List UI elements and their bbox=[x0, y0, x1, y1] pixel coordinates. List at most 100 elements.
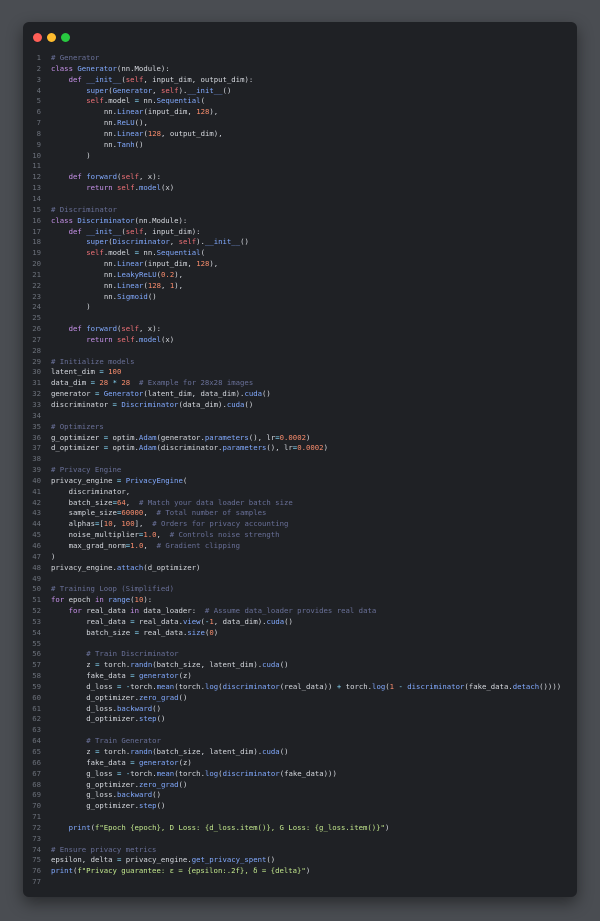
line-number: 23 bbox=[32, 291, 41, 301]
line-number: 64 bbox=[32, 736, 41, 746]
line-number: 70 bbox=[32, 801, 41, 811]
line-number: 1 bbox=[36, 53, 41, 62]
code-line: 28 bbox=[23, 346, 577, 357]
code-line: 30 latent_dim = 100 bbox=[23, 367, 577, 378]
code-line: 67 g_loss = -torch.mean(torch.log(discri… bbox=[23, 769, 577, 780]
code-line: 45 noise_multiplier=1.0, # Controls nois… bbox=[23, 530, 577, 541]
line-text: # Optimizers bbox=[51, 421, 104, 431]
line-number: 73 bbox=[32, 833, 41, 843]
line-text: print(f"Epoch {epoch}, D Loss: {d_loss.i… bbox=[68, 822, 390, 832]
line-text: super(Discriminator, self).__init__() bbox=[86, 237, 249, 247]
code-line: 34 bbox=[23, 411, 577, 422]
code-line: 49 bbox=[23, 574, 577, 585]
line-number: 24 bbox=[32, 302, 41, 312]
code-line: 66 fake_data = generator(z) bbox=[23, 758, 577, 769]
line-text: for epoch in range(10): bbox=[51, 595, 153, 605]
line-number: 65 bbox=[32, 747, 41, 756]
line-number: 63 bbox=[32, 725, 41, 735]
code-line: 19 self.model = nn.Sequential( bbox=[23, 248, 577, 259]
line-number: 53 bbox=[32, 616, 41, 626]
line-number: 74 bbox=[32, 844, 41, 854]
line-text: privacy_engine.attach(d_optimizer) bbox=[51, 562, 201, 572]
line-text: def __init__(self, input_dim): bbox=[68, 226, 201, 236]
line-number: 22 bbox=[32, 280, 41, 290]
line-number: 46 bbox=[32, 540, 41, 550]
maximize-window-button[interactable] bbox=[61, 33, 70, 42]
code-line: 61 d_loss.backward() bbox=[23, 704, 577, 715]
line-number: 34 bbox=[32, 410, 41, 420]
code-line: 73 bbox=[23, 834, 577, 845]
code-line: 26 def forward(self, x): bbox=[23, 324, 577, 335]
line-text: fake_data = generator(z) bbox=[86, 671, 192, 681]
code-line: 69 g_loss.backward() bbox=[23, 790, 577, 801]
line-number: 66 bbox=[32, 757, 41, 767]
code-line: 20 nn.Linear(input_dim, 128), bbox=[23, 259, 577, 270]
line-text: ) bbox=[86, 150, 91, 160]
code-line: 52 for real_data in data_loader: # Assum… bbox=[23, 606, 577, 617]
line-number: 57 bbox=[32, 660, 41, 670]
code-line: 54 batch_size = real_data.size(0) bbox=[23, 628, 577, 639]
code-line: 63 bbox=[23, 725, 577, 736]
line-text: self.model = nn.Sequential( bbox=[86, 248, 205, 258]
line-text: d_optimizer.zero_grad() bbox=[86, 692, 188, 702]
line-text: nn.Linear(128, output_dim), bbox=[103, 128, 223, 138]
close-window-button[interactable] bbox=[33, 33, 42, 42]
code-line: 58 fake_data = generator(z) bbox=[23, 671, 577, 682]
line-text: data_dim = 28 * 28 # Example for 28x28 i… bbox=[51, 378, 254, 388]
line-text: # Generator bbox=[51, 53, 100, 62]
code-block: 1 # Generator 2 class Generator(nn.Module):… bbox=[23, 53, 577, 888]
line-number: 33 bbox=[32, 400, 41, 409]
code-line: 13 return self.model(x) bbox=[23, 183, 577, 194]
code-line: 23 nn.Sigmoid() bbox=[23, 292, 577, 303]
code-line: 39 # Privacy Engine bbox=[23, 465, 577, 476]
code-line: 75 epsilon, delta = privacy_engine.get_pr… bbox=[23, 855, 577, 866]
line-text: batch_size = real_data.size(0) bbox=[86, 627, 219, 637]
line-number: 13 bbox=[32, 183, 41, 193]
code-line: 31 data_dim = 28 * 28 # Example for 28x28… bbox=[23, 378, 577, 389]
code-line: 41 discriminator, bbox=[23, 487, 577, 498]
line-number: 35 bbox=[32, 421, 41, 431]
line-number: 30 bbox=[32, 367, 41, 377]
code-line: 29 # Initialize models bbox=[23, 357, 577, 368]
code-line: 5 self.model = nn.Sequential( bbox=[23, 96, 577, 107]
line-number: 9 bbox=[36, 139, 41, 149]
code-line: 12 def forward(self, x): bbox=[23, 172, 577, 183]
code-line: 46 max_grad_norm=1.0, # Gradient clippin… bbox=[23, 541, 577, 552]
code-line: 74 # Ensure privacy metrics bbox=[23, 845, 577, 856]
code-line: 33 discriminator = Discriminator(data_dim… bbox=[23, 400, 577, 411]
line-text: discriminator, bbox=[68, 486, 131, 496]
line-number: 2 bbox=[36, 63, 41, 73]
line-number: 62 bbox=[32, 714, 41, 724]
line-number: 40 bbox=[32, 475, 41, 485]
code-line: 9 nn.Tanh() bbox=[23, 140, 577, 151]
code-line: 77 bbox=[23, 877, 577, 888]
line-text: self.model = nn.Sequential( bbox=[86, 96, 205, 106]
line-number: 42 bbox=[32, 497, 41, 507]
code-line: 60 d_optimizer.zero_grad() bbox=[23, 693, 577, 704]
line-text: g_optimizer.step() bbox=[86, 801, 166, 811]
line-text: def forward(self, x): bbox=[68, 324, 161, 334]
minimize-window-button[interactable] bbox=[47, 33, 56, 42]
code-line: 2 class Generator(nn.Module): bbox=[23, 64, 577, 75]
line-number: 61 bbox=[32, 703, 41, 713]
line-number: 50 bbox=[32, 584, 41, 594]
line-text: for real_data in data_loader: # Assume d… bbox=[68, 606, 377, 616]
line-number: 69 bbox=[32, 790, 41, 800]
line-number: 3 bbox=[36, 74, 41, 84]
line-number: 67 bbox=[32, 768, 41, 778]
code-line: 59 d_loss = -torch.mean(torch.log(discri… bbox=[23, 682, 577, 693]
code-line: 18 super(Discriminator, self).__init__() bbox=[23, 237, 577, 248]
line-number: 48 bbox=[32, 562, 41, 572]
line-number: 43 bbox=[32, 508, 41, 518]
code-line: 38 bbox=[23, 454, 577, 465]
line-number: 56 bbox=[32, 649, 41, 659]
line-number: 4 bbox=[36, 85, 41, 95]
code-line: 17 def __init__(self, input_dim): bbox=[23, 227, 577, 238]
line-number: 59 bbox=[32, 681, 41, 691]
line-text: # Ensure privacy metrics bbox=[51, 844, 157, 854]
line-text: discriminator = Discriminator(data_dim).… bbox=[51, 400, 254, 409]
code-line: 72 print(f"Epoch {epoch}, D Loss: {d_los… bbox=[23, 823, 577, 834]
line-text: real_data = real_data.view(-1, data_dim)… bbox=[86, 616, 293, 626]
code-line: 4 super(Generator, self).__init__() bbox=[23, 86, 577, 97]
line-text: privacy_engine = PrivacyEngine( bbox=[51, 475, 188, 485]
